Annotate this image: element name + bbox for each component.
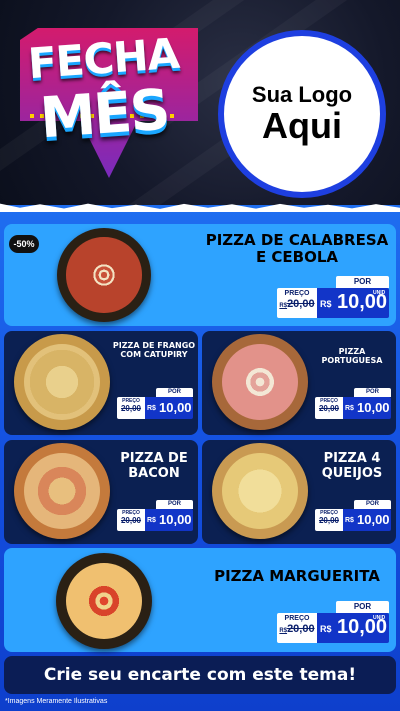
pizza-calabresa-image	[57, 228, 151, 322]
por-label: POR	[156, 500, 193, 509]
cta-banner[interactable]: Crie seu encarte com este tema!	[4, 656, 396, 694]
new-price-box: R$ 10,00 UNID	[317, 288, 389, 318]
old-price-box: PREÇO R$20,00	[277, 613, 317, 643]
footnote: *Imagens Meramente Ilustrativas	[5, 698, 108, 705]
por-label: POR	[354, 500, 391, 509]
product-name-portuguesa: PIZZA PORTUGUESA	[321, 347, 383, 366]
new-price: 10,00	[159, 400, 192, 415]
product-name-calabresa: PIZZA DE CALABRESA E CEBOLA	[205, 231, 389, 267]
new-price-box: R$ 10,00	[343, 509, 391, 531]
currency-symbol: R$	[320, 624, 332, 634]
price-tag-frango: POR PREÇO 20,00 R$ 10,00	[117, 388, 197, 422]
product-name-frango: PIZZA DE FRANGO COM CATUPIRY	[112, 341, 196, 360]
pizza-bacon-image	[14, 443, 110, 539]
pizza-portuguesa-image	[212, 334, 308, 430]
hero-banner: FECHA MÊS Sua Logo Aqui	[0, 0, 400, 205]
pizza-frango-image	[14, 334, 110, 430]
currency-symbol: R$	[147, 517, 156, 524]
old-price: R$20,00	[279, 298, 315, 310]
logo-text-line2: Aqui	[262, 105, 342, 147]
new-price-box: R$ 10,00	[343, 397, 391, 419]
por-label: POR	[354, 388, 391, 397]
old-price-box: PREÇO 20,00	[315, 509, 343, 531]
new-price-box: R$ 10,00	[145, 397, 193, 419]
old-price: 20,00	[120, 516, 142, 525]
currency-symbol: R$	[345, 517, 354, 524]
new-price: 10,00	[357, 400, 390, 415]
pizza-marguerita-image	[56, 553, 152, 649]
por-label: POR	[336, 276, 389, 288]
por-label: POR	[336, 601, 389, 613]
old-price: 20,00	[318, 516, 340, 525]
old-price: 20,00	[318, 404, 340, 413]
old-price: 20,00	[120, 404, 142, 413]
price-tag-marguerita: POR PREÇO R$20,00 R$ 10,00 UNID	[277, 601, 393, 645]
price-tag-bacon: POR PREÇO 20,00 R$ 10,00	[117, 500, 197, 534]
new-price: 10,00	[159, 512, 192, 527]
price-tag-4-queijos: POR PREÇO 20,00 R$ 10,00	[315, 500, 395, 534]
title-mes: MÊS	[37, 77, 171, 152]
new-price-box: R$ 10,00	[145, 509, 193, 531]
new-price-box: R$ 10,00 UNID	[317, 613, 389, 643]
old-price-box: PREÇO 20,00	[117, 397, 145, 419]
old-price-box: PREÇO 20,00	[315, 397, 343, 419]
new-price: 10,00	[357, 512, 390, 527]
currency-symbol: R$	[147, 405, 156, 412]
discount-badge: -50%	[9, 235, 39, 253]
product-name-marguerita: PIZZA MARGUERITA	[214, 567, 380, 585]
unit-label: UNID	[373, 290, 386, 296]
old-price: R$20,00	[279, 623, 315, 635]
currency-symbol: R$	[345, 405, 354, 412]
logo-placeholder[interactable]: Sua Logo Aqui	[218, 30, 386, 198]
price-tag-calabresa: POR PREÇO R$20,00 R$ 10,00 UNID	[277, 276, 393, 320]
price-tag-portuguesa: POR PREÇO 20,00 R$ 10,00	[315, 388, 395, 422]
old-price-box: PREÇO 20,00	[117, 509, 145, 531]
product-name-bacon: PIZZA DE BACON	[120, 451, 188, 481]
pizza-4-queijos-image	[212, 443, 308, 539]
currency-symbol: R$	[320, 299, 332, 309]
product-name-4-queijos: PIZZA 4 QUEIJOS	[321, 451, 383, 481]
unit-label: UNID	[373, 615, 386, 621]
por-label: POR	[156, 388, 193, 397]
old-price-box: PREÇO R$20,00	[277, 288, 317, 318]
logo-text-line1: Sua Logo	[251, 82, 353, 107]
